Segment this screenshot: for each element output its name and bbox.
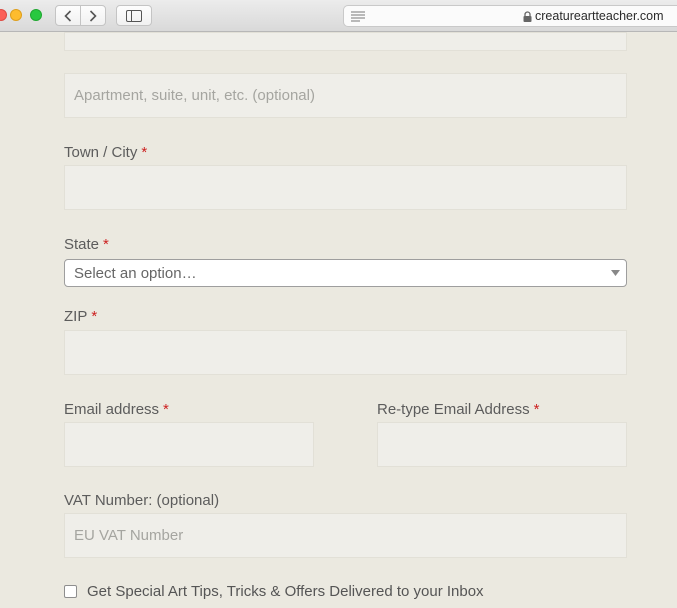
newsletter-label[interactable]: Get Special Art Tips, Tricks & Offers De… <box>87 583 484 600</box>
state-select[interactable]: Select an option… <box>64 259 627 287</box>
vat-input[interactable] <box>65 514 626 557</box>
required-marker: * <box>91 308 98 325</box>
city-field[interactable] <box>64 165 627 210</box>
required-marker: * <box>163 401 169 418</box>
email-confirm-label: Re-type Email Address * <box>377 401 539 418</box>
email-confirm-field[interactable] <box>377 422 627 467</box>
lock-icon <box>523 11 532 22</box>
required-marker: * <box>103 236 109 253</box>
email-label-text: Email address <box>64 401 160 418</box>
state-label: State * <box>64 236 109 253</box>
zoom-window-icon[interactable] <box>30 9 42 21</box>
state-select-value: Select an option… <box>74 265 197 282</box>
vat-field[interactable] <box>64 513 627 558</box>
state-label-text: State <box>64 236 100 253</box>
reader-view-icon[interactable] <box>351 11 365 22</box>
city-label: Town / City * <box>64 144 147 161</box>
browser-toolbar: creatureartteacher.com <box>0 0 677 32</box>
url-text: creatureartteacher.com <box>535 9 664 23</box>
zip-label: ZIP * <box>64 308 97 325</box>
sidebar-toggle-button[interactable] <box>116 5 152 26</box>
vat-label-text: VAT Number: (optional) <box>64 492 220 509</box>
sidebar-icon <box>126 9 142 22</box>
close-window-icon[interactable] <box>0 9 7 21</box>
street-address-field[interactable] <box>64 32 627 51</box>
minimize-window-icon[interactable] <box>10 9 22 21</box>
email-input[interactable] <box>65 423 313 466</box>
required-marker: * <box>141 144 148 161</box>
zip-field[interactable] <box>64 330 627 375</box>
street-address-input[interactable] <box>65 33 626 50</box>
back-button[interactable] <box>55 5 81 26</box>
newsletter-checkbox[interactable] <box>64 585 77 598</box>
apartment-field[interactable] <box>64 73 627 118</box>
chevron-right-icon <box>89 9 97 22</box>
city-label-text: Town / City <box>64 144 138 161</box>
vat-label: VAT Number: (optional) <box>64 492 219 509</box>
city-input[interactable] <box>65 166 626 209</box>
email-field[interactable] <box>64 422 314 467</box>
caret-down-icon <box>611 270 620 276</box>
apartment-input[interactable] <box>65 74 626 117</box>
address-bar[interactable]: creatureartteacher.com <box>343 5 677 27</box>
forward-button[interactable] <box>80 5 106 26</box>
email-confirm-input[interactable] <box>378 423 626 466</box>
chevron-left-icon <box>64 9 72 22</box>
zip-label-text: ZIP <box>64 308 88 325</box>
required-marker: * <box>533 401 540 418</box>
email-confirm-label-text: Re-type Email Address <box>377 401 530 418</box>
email-label: Email address * <box>64 401 169 418</box>
zip-input[interactable] <box>65 331 626 374</box>
